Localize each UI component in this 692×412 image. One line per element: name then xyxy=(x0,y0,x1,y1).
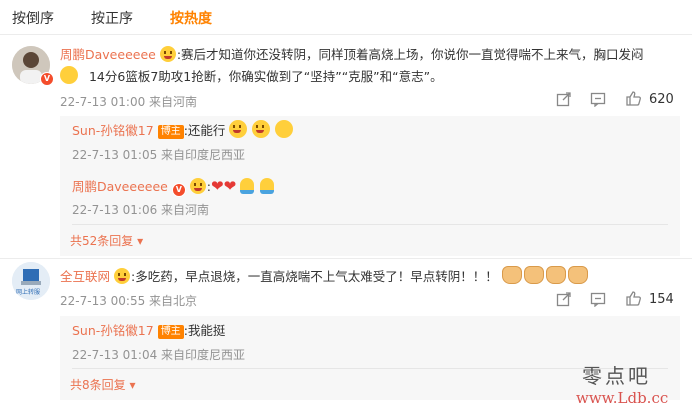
avatar[interactable]: 网上转服 xyxy=(12,262,50,300)
emoji-icon xyxy=(159,46,176,62)
reply-divider xyxy=(72,224,668,225)
view-more-replies-link[interactable]: 共52条回复 ▾ xyxy=(70,232,143,249)
author-badge: 博主 xyxy=(157,125,184,139)
reply-item: Sun-孙铭徽17 博主:我能挺 xyxy=(72,320,225,339)
comment-line-2: 14分6篮板7助攻1抢断，你确实做到了“坚持”“克服”和“意志”。 xyxy=(60,66,443,85)
fist-emoji-icon xyxy=(567,266,588,284)
tab-chronological-order[interactable]: 按正序 xyxy=(91,8,133,28)
strong-emoji-icon xyxy=(240,178,255,194)
author-badge: 博主 xyxy=(157,325,184,339)
reply-divider xyxy=(72,368,668,369)
watermark: 零点吧 www.Ldb.cc xyxy=(576,360,668,407)
fist-emoji-icon xyxy=(523,266,544,284)
comment-meta: 22-7-13 00:55 来自北京 xyxy=(60,294,198,308)
reply-author-name[interactable]: Sun-孙铭徽17 xyxy=(72,123,154,138)
verified-badge-icon: V xyxy=(171,183,186,197)
commenter-name[interactable]: 周鹏Daveeeeee xyxy=(60,47,156,62)
comment-text-continued: 14分6篮板7助攻1抢断，你确实做到了“坚持”“克服”和“意志”。 xyxy=(88,69,443,84)
fist-emoji-icon xyxy=(545,266,566,284)
sad-emoji-icon xyxy=(60,66,78,84)
reply-meta: 22-7-13 01:04 来自印度尼西亚 xyxy=(72,348,246,362)
heart-icon: ❤ xyxy=(211,177,224,195)
reply-meta: 22-7-13 01:06 来自河南 xyxy=(72,203,210,217)
emoji-icon xyxy=(189,178,206,194)
heart-icon: ❤ xyxy=(223,177,237,195)
like-count: 620 xyxy=(649,92,674,107)
strong-emoji-icon xyxy=(260,178,275,194)
caret-down-icon: ▾ xyxy=(137,234,144,248)
comment-divider xyxy=(0,258,692,259)
commenter-name[interactable]: 全互联网 xyxy=(60,269,110,284)
fist-emoji-icon xyxy=(501,266,522,284)
kiss-emoji-icon xyxy=(252,120,271,138)
reply-item: 周鹏Daveeeeee V :❤❤ xyxy=(72,176,276,197)
more-replies-label: 共52条回复 xyxy=(70,234,134,248)
comment-icon[interactable] xyxy=(590,91,606,107)
view-more-replies-link[interactable]: 共8条回复 ▾ xyxy=(70,376,136,393)
tabs-divider xyxy=(0,34,692,35)
reply-author-name[interactable]: Sun-孙铭徽17 xyxy=(72,323,154,338)
comment-meta: 22-7-13 01:00 来自河南 xyxy=(60,95,198,109)
tab-by-popularity[interactable]: 按热度 xyxy=(170,8,212,28)
comment-line-1: 周鹏Daveeeeee :赛后才知道你还没转阴，同样顶着高烧上场，你说你一直觉得… xyxy=(60,44,644,63)
like-count: 154 xyxy=(649,292,674,307)
reply-meta: 22-7-13 01:05 来自印度尼西亚 xyxy=(72,148,246,162)
avatar-caption: 网上转服 xyxy=(16,289,41,296)
like-icon[interactable] xyxy=(625,90,642,107)
reply-text: :还能行 xyxy=(183,123,226,138)
watermark-title: 零点吧 xyxy=(582,364,651,388)
comment-icon[interactable] xyxy=(590,291,606,307)
comment-line-1: 全互联网 :多吃药，早点退烧，一直高烧喘不上气太难受了！早点转阴！！！ xyxy=(60,266,590,285)
emoji-icon xyxy=(114,268,130,284)
reply-author-name[interactable]: 周鹏Daveeeeee xyxy=(72,179,168,194)
comment-text: :赛后才知道你还没转阴，同样顶着高烧上场，你说你一直觉得喘不上来气，胸口发闷 xyxy=(176,47,644,62)
reply-item: Sun-孙铭徽17 博主:还能行 xyxy=(72,120,294,139)
tab-reverse-order[interactable]: 按倒序 xyxy=(12,8,54,28)
watermark-url: www.Ldb.cc xyxy=(576,389,669,407)
caret-down-icon: ▾ xyxy=(129,378,136,392)
more-replies-label: 共8条回复 xyxy=(70,378,126,392)
verified-badge-icon: V xyxy=(40,72,54,86)
comment-text: :多吃药，早点退烧，一直高烧喘不上气太难受了！早点转阴！！！ xyxy=(131,269,498,284)
kiss-emoji-icon xyxy=(275,120,294,138)
share-icon[interactable] xyxy=(556,291,572,307)
share-icon[interactable] xyxy=(556,91,572,107)
like-icon[interactable] xyxy=(625,290,642,307)
reply-text: :我能挺 xyxy=(183,323,226,338)
kiss-emoji-icon xyxy=(229,120,248,138)
